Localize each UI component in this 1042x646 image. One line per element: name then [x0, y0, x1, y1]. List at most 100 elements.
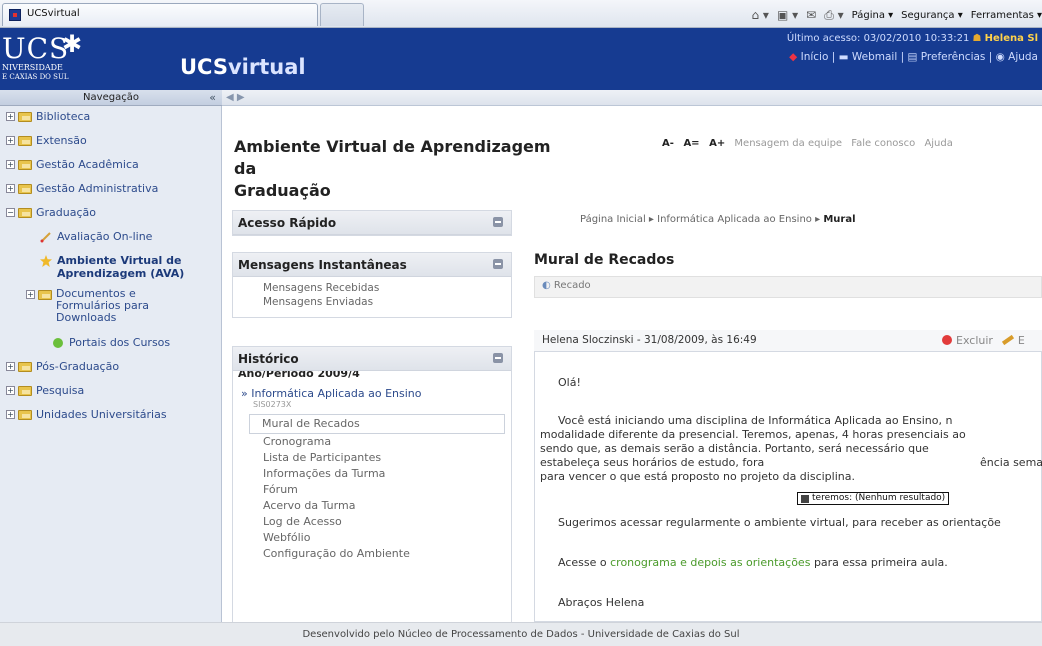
folder-icon	[18, 184, 32, 194]
expand-icon[interactable]: +	[26, 290, 35, 299]
toggle-panel-button[interactable]	[493, 217, 503, 227]
nav-item-pesquisa[interactable]: + Pesquisa	[0, 384, 222, 408]
footer: Desenvolvido pelo Núcleo de Processament…	[0, 622, 1042, 646]
link-inicio[interactable]: Início	[801, 51, 829, 63]
expand-icon[interactable]: +	[6, 112, 15, 121]
new-tab-button[interactable]	[320, 3, 364, 26]
menu-informacoes[interactable]: Informações da Turma	[233, 466, 511, 482]
recado-icon: ◐	[542, 280, 551, 291]
menu-seguranca[interactable]: Segurança ▾	[901, 10, 963, 21]
browser-tab[interactable]: UCSvirtual	[2, 3, 318, 26]
menu-forum[interactable]: Fórum	[233, 482, 511, 498]
webmail-icon: ▬	[838, 51, 849, 63]
nav-item-documentos[interactable]: + Documentos e Formulários para Downloads	[0, 288, 222, 336]
menu-pagina[interactable]: Página ▾	[852, 10, 894, 21]
link-fale-conosco[interactable]: Fale conosco	[851, 138, 915, 149]
cronograma-link[interactable]: cronograma e depois as orientações	[610, 556, 810, 569]
nav-item-graduacao[interactable]: − Graduação	[0, 206, 222, 230]
expand-icon[interactable]: +	[6, 410, 15, 419]
menu-ferramentas[interactable]: Ferramentas ▾	[971, 10, 1042, 21]
p3-post: para essa primeira aula.	[813, 556, 948, 569]
menu-webfolio[interactable]: Webfólio	[233, 530, 511, 546]
nav-arrows-icon[interactable]: ◀ ▶	[226, 92, 245, 103]
crumb-disciplina[interactable]: Informática Aplicada ao Ensino	[657, 214, 812, 225]
brand-ucs: UCS	[180, 55, 228, 79]
panel-header[interactable]: Mensagens Instantâneas	[233, 253, 511, 277]
feeds-icon[interactable]: ▣ ▾	[777, 8, 798, 22]
link-mensagens-enviadas[interactable]: Mensagens Enviadas	[233, 295, 511, 309]
expand-icon[interactable]: +	[6, 362, 15, 371]
link-mensagens-recebidas[interactable]: Mensagens Recebidas	[233, 281, 511, 295]
panel-header[interactable]: Histórico	[233, 347, 511, 371]
editar-button[interactable]: E	[1018, 334, 1025, 347]
collapse-icon[interactable]: −	[6, 208, 15, 217]
nav-label: Documentos e Formulários para Downloads	[56, 287, 150, 324]
print-icon[interactable]: ⎙ ▾	[824, 8, 843, 23]
collapse-sidebar-button[interactable]: «	[209, 90, 216, 106]
disciplina-link[interactable]: » Informática Aplicada ao Ensino	[233, 387, 511, 400]
menu-cronograma[interactable]: Cronograma	[233, 434, 511, 450]
nav-label: Portais dos Cursos	[69, 336, 171, 349]
mail-icon[interactable]: ✉	[806, 8, 816, 22]
folder-icon	[18, 386, 32, 396]
nav-item-biblioteca[interactable]: + Biblioteca	[0, 110, 222, 134]
link-webmail[interactable]: Webmail	[852, 51, 897, 63]
nav-label: Extensão	[36, 134, 87, 147]
nav-item-pos-graduacao[interactable]: + Pós-Graduação	[0, 360, 222, 384]
panel-mensagens: Mensagens Instantâneas Mensagens Recebid…	[232, 252, 512, 318]
link-label: Cronograma	[263, 435, 332, 448]
font-decrease[interactable]: A-	[662, 138, 674, 149]
nav-label: Pós-Graduação	[36, 360, 120, 373]
delete-icon	[942, 335, 952, 345]
post-line-3: sendo que, as demais serão a distância. …	[540, 442, 929, 455]
expand-icon[interactable]: +	[6, 184, 15, 193]
excluir-button[interactable]: Excluir	[956, 334, 993, 347]
menu-acervo[interactable]: Acervo da Turma	[233, 498, 511, 514]
toggle-panel-button[interactable]	[493, 353, 503, 363]
help-icon: ◉	[995, 51, 1005, 63]
nav-item-portais[interactable]: Portais dos Cursos	[0, 336, 222, 360]
home-icon[interactable]: ⌂ ▾	[752, 8, 769, 22]
folder-open-icon	[18, 208, 32, 218]
menu-log[interactable]: Log de Acesso	[233, 514, 511, 530]
menu-mural-active[interactable]: Mural de Recados	[249, 414, 505, 434]
post-greeting: Olá!	[558, 376, 581, 389]
font-increase[interactable]: A+	[709, 138, 725, 149]
nav-item-gestao-academica[interactable]: + Gestão Acadêmica	[0, 158, 222, 182]
expand-icon[interactable]: +	[6, 136, 15, 145]
globe-icon	[53, 338, 63, 348]
brand-virtual: virtual	[227, 55, 306, 79]
link-label: Mensagens Enviadas	[263, 296, 374, 308]
link-ajuda[interactable]: Ajuda	[1008, 51, 1038, 63]
nav-label: Ambiente Virtual de Aprendizagem (AVA)	[57, 254, 185, 280]
nav-item-avaliacao[interactable]: Avaliação On-line	[0, 230, 222, 254]
link-label: Lista de Participantes	[263, 451, 382, 464]
header-links: ◆ Início | ▬ Webmail | ▤ Preferências | …	[789, 51, 1038, 63]
tooltip: teremos: (Nenhum resultado)	[797, 492, 950, 505]
menu-configuracao[interactable]: Configuração do Ambiente	[233, 546, 511, 562]
toggle-panel-button[interactable]	[493, 259, 503, 269]
ucs-logo[interactable]: UCS ✱ NIVERSIDADE E CAXIAS DO SUL	[0, 30, 172, 88]
crumb-inicial[interactable]: Página Inicial	[580, 214, 646, 225]
recado-button[interactable]: ◐ Recado	[542, 280, 591, 291]
preferences-icon: ▤	[907, 51, 918, 63]
nav-item-gestao-administrativa[interactable]: + Gestão Administrativa	[0, 182, 222, 206]
last-access-text: Último acesso: 03/02/2010 10:33:21	[786, 33, 970, 44]
sidebar-header: Navegação «	[0, 90, 222, 106]
link-label: Configuração do Ambiente	[263, 547, 410, 560]
expand-icon[interactable]: +	[6, 386, 15, 395]
nav-item-extensao[interactable]: + Extensão	[0, 134, 222, 158]
nav-item-ava[interactable]: Ambiente Virtual de Aprendizagem (AVA)	[0, 254, 222, 288]
site-brand: UCSvirtual	[180, 55, 306, 79]
post-line-5: para vencer o que está proposto no proje…	[540, 470, 855, 483]
menu-participantes[interactable]: Lista de Participantes	[233, 450, 511, 466]
font-reset[interactable]: A=	[683, 138, 699, 149]
link-mensagem-equipe[interactable]: Mensagem da equipe	[734, 138, 842, 149]
nav-item-unidades[interactable]: + Unidades Universitárias	[0, 408, 222, 432]
page-title: Ambiente Virtual de Aprendizagem da Grad…	[234, 136, 564, 202]
panel-header[interactable]: Acesso Rápido	[233, 211, 511, 235]
link-ajuda-top[interactable]: Ajuda	[924, 138, 952, 149]
expand-icon[interactable]: +	[6, 160, 15, 169]
post-paragraph-2: Sugerimos acessar regularmente o ambient…	[558, 516, 1001, 529]
link-preferencias[interactable]: Preferências	[921, 51, 986, 63]
